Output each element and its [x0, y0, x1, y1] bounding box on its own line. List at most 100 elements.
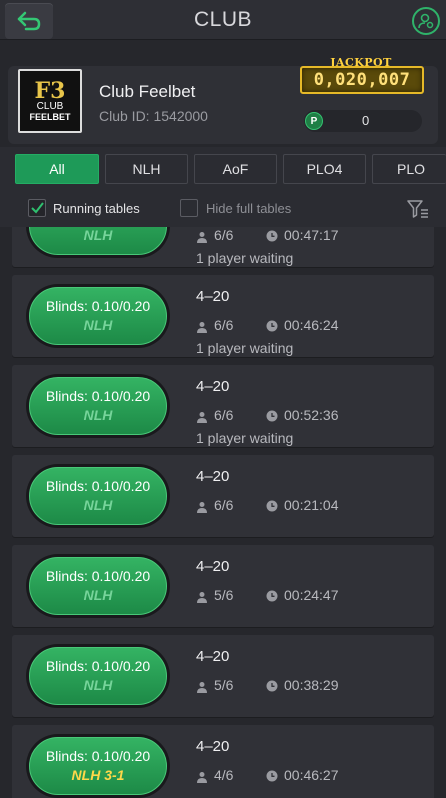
elapsed-time: 00:46:27 — [284, 767, 339, 783]
elapsed-time: 00:47:17 — [284, 227, 339, 243]
game-type: NLH — [83, 497, 113, 513]
table-row[interactable]: Blinds: 0.10/0.20NLH4–206/600:47:171 pla… — [12, 227, 434, 267]
elapsed-time: 00:21:04 — [284, 497, 339, 513]
user-settings-icon — [418, 13, 434, 29]
jackpot-value: 0,020,007 — [300, 66, 424, 94]
person-icon — [196, 680, 208, 693]
game-type: NLH — [83, 317, 113, 333]
clock-icon — [266, 499, 278, 512]
clock-icon — [266, 589, 278, 602]
club-id: Club ID: 1542000 — [99, 108, 208, 124]
points-icon: P — [305, 112, 323, 130]
person-icon — [196, 500, 208, 513]
elapsed-time: 00:38:29 — [284, 677, 339, 693]
blinds-label: Blinds: 0.10/0.20 — [45, 478, 151, 494]
players-range: 4–20 — [196, 288, 230, 305]
game-type: NLH — [83, 407, 113, 423]
points-bar: P 0 — [304, 110, 422, 132]
seats-count: 5/6 — [214, 587, 234, 603]
waiting-status: 1 player waiting — [196, 430, 294, 446]
blinds-pill-inner: Blinds: 0.10/0.20 NLH — [29, 377, 167, 435]
blinds-pill[interactable]: Blinds: 0.10/0.20 NLH — [26, 644, 170, 708]
table-row[interactable]: Blinds: 0.10/0.20 NLH 4–20 6/6 00:52:36 1 pla… — [12, 365, 434, 447]
seats-count: 6/6 — [214, 227, 234, 243]
page-title: CLUB — [193, 8, 253, 31]
table-row[interactable]: Blinds: 0.10/0.20 NLH 4–20 5/6 00:38:29 — [12, 635, 434, 717]
elapsed-time: 00:46:24 — [284, 317, 339, 333]
blinds-pill[interactable]: Blinds: 0.10/0.20 NLH — [26, 374, 170, 438]
clock-icon — [266, 409, 278, 422]
club-header: F3 CLUB FEELBET Club Feelbet Club ID: 15… — [8, 56, 438, 144]
tab-plo[interactable]: PLO — [372, 154, 446, 184]
game-type: NLH — [83, 227, 113, 243]
hide-full-checkbox[interactable] — [180, 199, 198, 217]
blinds-pill[interactable]: Blinds: 0.10/0.20 NLH 3-1 — [26, 734, 170, 798]
person-icon — [196, 230, 208, 243]
person-icon — [196, 320, 208, 333]
players-range: 4–20 — [196, 468, 230, 485]
table-row[interactable]: Blinds: 0.10/0.20 NLH 4–20 6/6 00:21:04 — [12, 455, 434, 537]
club-logo-line2: FEELBET — [29, 112, 71, 122]
blinds-label: Blinds: 0.10/0.20 — [45, 658, 151, 674]
club-logo-letter: F3 — [34, 78, 66, 104]
points-value: 0 — [362, 113, 370, 128]
person-icon — [196, 410, 208, 423]
club-logo: F3 CLUB FEELBET — [18, 69, 82, 133]
waiting-status: 1 player waiting — [196, 250, 294, 266]
person-icon — [196, 590, 208, 603]
seats-count: 6/6 — [214, 497, 234, 513]
blinds-pill-inner: Blinds: 0.10/0.20 NLH 3-1 — [29, 737, 167, 795]
elapsed-time: 00:24:47 — [284, 587, 339, 603]
clock-icon — [266, 769, 278, 782]
seats-count: 4/6 — [214, 767, 234, 783]
tab-all[interactable]: All — [15, 154, 99, 184]
profile-button[interactable] — [412, 7, 440, 35]
tab-plo4[interactable]: PLO4 — [283, 154, 366, 184]
filter-icon[interactable] — [407, 199, 429, 219]
tab-aof[interactable]: AoF — [194, 154, 277, 184]
players-range: 4–20 — [196, 648, 230, 665]
elapsed-time: 00:52:36 — [284, 407, 339, 423]
waiting-status: 1 player waiting — [196, 340, 294, 356]
blinds-label: Blinds: 0.10/0.20 — [45, 568, 151, 584]
filter-bar: All NLH AoF PLO4 PLO Running tables Hide… — [0, 147, 446, 227]
running-tables-label[interactable]: Running tables — [53, 201, 140, 216]
players-range: 4–20 — [196, 738, 230, 755]
seats-count: 5/6 — [214, 677, 234, 693]
blinds-pill[interactable]: Blinds: 0.10/0.20 NLH — [26, 284, 170, 348]
clock-icon — [266, 319, 278, 332]
game-type: NLH 3-1 — [71, 767, 125, 783]
game-type: NLH — [83, 677, 113, 693]
blinds-pill[interactable]: Blinds: 0.10/0.20 NLH — [26, 554, 170, 618]
blinds-label: Blinds: 0.10/0.20 — [45, 298, 151, 314]
table-row[interactable]: Blinds: 0.10/0.20 NLH 4–20 6/6 00:46:24 1 pla… — [12, 275, 434, 357]
table-row[interactable]: Blinds: 0.10/0.20 NLH 4–20 5/6 00:24:47 — [12, 545, 434, 627]
blinds-label: Blinds: 0.10/0.20 — [45, 748, 151, 764]
blinds-pill[interactable]: Blinds: 0.10/0.20 NLH — [26, 464, 170, 528]
clock-icon — [266, 679, 278, 692]
seats-count: 6/6 — [214, 317, 234, 333]
clock-icon — [266, 229, 278, 242]
game-type: NLH — [83, 587, 113, 603]
club-name: Club Feelbet — [99, 82, 196, 101]
tab-nlh[interactable]: NLH — [105, 154, 188, 184]
jackpot-display[interactable]: JACKPOT 0,020,007 — [300, 56, 424, 104]
person-icon — [196, 770, 208, 783]
blinds-pill-inner: Blinds: 0.10/0.20NLH — [29, 227, 167, 255]
checkmark-icon — [31, 202, 44, 214]
table-list[interactable]: Blinds: 0.10/0.20 NLH 4–20 6/6 00:47:17 1 pla… — [0, 227, 446, 798]
blinds-pill-inner: Blinds: 0.10/0.20 NLH — [29, 287, 167, 345]
blinds-pill-inner: Blinds: 0.10/0.20 NLH — [29, 647, 167, 705]
players-range: 4–20 — [196, 558, 230, 575]
table-row[interactable]: Blinds: 0.10/0.20 NLH 3-1 4–20 4/6 00:46:27 — [12, 725, 434, 798]
seats-count: 6/6 — [214, 407, 234, 423]
players-range: 4–20 — [196, 378, 230, 395]
hide-full-label[interactable]: Hide full tables — [206, 201, 291, 216]
blinds-pill[interactable]: Blinds: 0.10/0.20NLH — [26, 227, 170, 258]
blinds-pill-inner: Blinds: 0.10/0.20 NLH — [29, 557, 167, 615]
blinds-pill-inner: Blinds: 0.10/0.20 NLH — [29, 467, 167, 525]
top-bar: CLUB — [0, 0, 446, 40]
running-tables-checkbox[interactable] — [28, 199, 46, 217]
blinds-label: Blinds: 0.10/0.20 — [45, 388, 151, 404]
club-logo-line1: CLUB — [36, 101, 64, 112]
